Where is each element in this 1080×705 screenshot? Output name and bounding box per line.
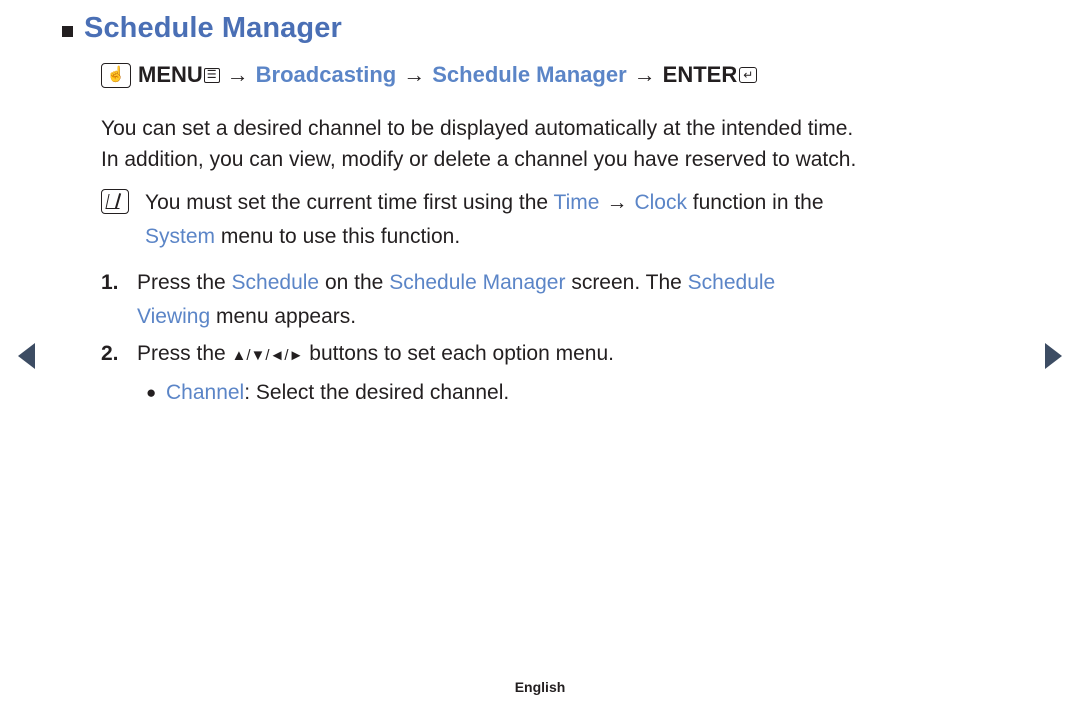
enter-key-icon: ↵	[739, 67, 758, 83]
enter-label: ENTER	[662, 62, 738, 87]
step-1-part-2: on the	[319, 271, 390, 294]
sub-item-text: Channel: Select the desired channel.	[166, 376, 509, 409]
step-1-kw-schedule: Schedule	[231, 271, 320, 294]
note-arrow: →	[606, 191, 628, 214]
step-1-kw-viewing: Viewing	[137, 305, 211, 328]
step-2: 2. Press the ▲/▼/◄/► buttons to set each…	[101, 337, 1031, 373]
step-2-part-1: Press the	[137, 342, 232, 365]
note-part-2: function in the	[686, 191, 824, 214]
footer-language: English	[514, 679, 566, 695]
step-2-part-2: buttons to set each option menu.	[303, 342, 614, 365]
intro-paragraph: You can set a desired channel to be disp…	[101, 113, 1021, 175]
broadcasting-label: Broadcasting	[255, 62, 397, 87]
path-arrow-2: →	[403, 62, 426, 87]
page-title: Schedule Manager	[62, 12, 342, 45]
channel-label: Channel	[166, 381, 245, 404]
menu-label: MENU	[138, 62, 203, 87]
step-1-part-4: menu appears.	[210, 305, 357, 328]
menu-path: MENU☰ → Broadcasting → Schedule Manager …	[101, 62, 758, 88]
step-1-kw-schedule-2: Schedule	[687, 271, 776, 294]
round-bullet-icon: ●	[146, 383, 157, 402]
step-1-part-1: Press the	[137, 271, 232, 294]
clock-label: Clock	[634, 191, 687, 214]
note-pencil-icon	[101, 189, 129, 214]
system-label: System	[145, 225, 216, 248]
note-part-3: menu to use this function.	[215, 225, 461, 248]
step-1-text: Press the Schedule on the Schedule Manag…	[137, 266, 775, 334]
document-page: Schedule Manager MENU☰ → Broadcasting → …	[0, 0, 1080, 705]
note-part-1: You must set the current time first usin…	[145, 191, 554, 214]
steps-list: 1. Press the Schedule on the Schedule Ma…	[101, 266, 1031, 409]
step-1-kw-schedule-manager: Schedule Manager	[389, 271, 566, 294]
step-1-part-3: screen. The	[565, 271, 688, 294]
note-text: You must set the current time first usin…	[145, 186, 824, 254]
time-label: Time	[553, 191, 600, 214]
schedule-manager-label: Schedule Manager	[432, 62, 627, 87]
prev-page-arrow[interactable]	[18, 343, 35, 369]
hand-press-icon	[101, 62, 131, 88]
channel-description: : Select the desired channel.	[244, 381, 510, 404]
step-1-number: 1.	[101, 271, 119, 294]
intro-line-1: You can set a desired channel to be disp…	[101, 117, 854, 140]
step-1: 1. Press the Schedule on the Schedule Ma…	[101, 266, 1031, 334]
page-title-text: Schedule Manager	[84, 12, 342, 44]
step-2-text: Press the ▲/▼/◄/► buttons to set each op…	[137, 337, 614, 373]
sub-item-channel: ● Channel: Select the desired channel.	[146, 376, 1031, 409]
note-block: You must set the current time first usin…	[101, 186, 1031, 254]
step-2-number: 2.	[101, 342, 119, 365]
path-arrow-1: →	[226, 62, 249, 87]
menu-box-icon: ☰	[203, 67, 220, 83]
next-page-arrow[interactable]	[1045, 343, 1062, 369]
path-arrow-3: →	[633, 62, 656, 87]
square-bullet-icon	[62, 26, 73, 37]
direction-buttons-icon: ▲/▼/◄/►	[231, 347, 304, 364]
intro-line-2: In addition, you can view, modify or del…	[101, 148, 857, 171]
